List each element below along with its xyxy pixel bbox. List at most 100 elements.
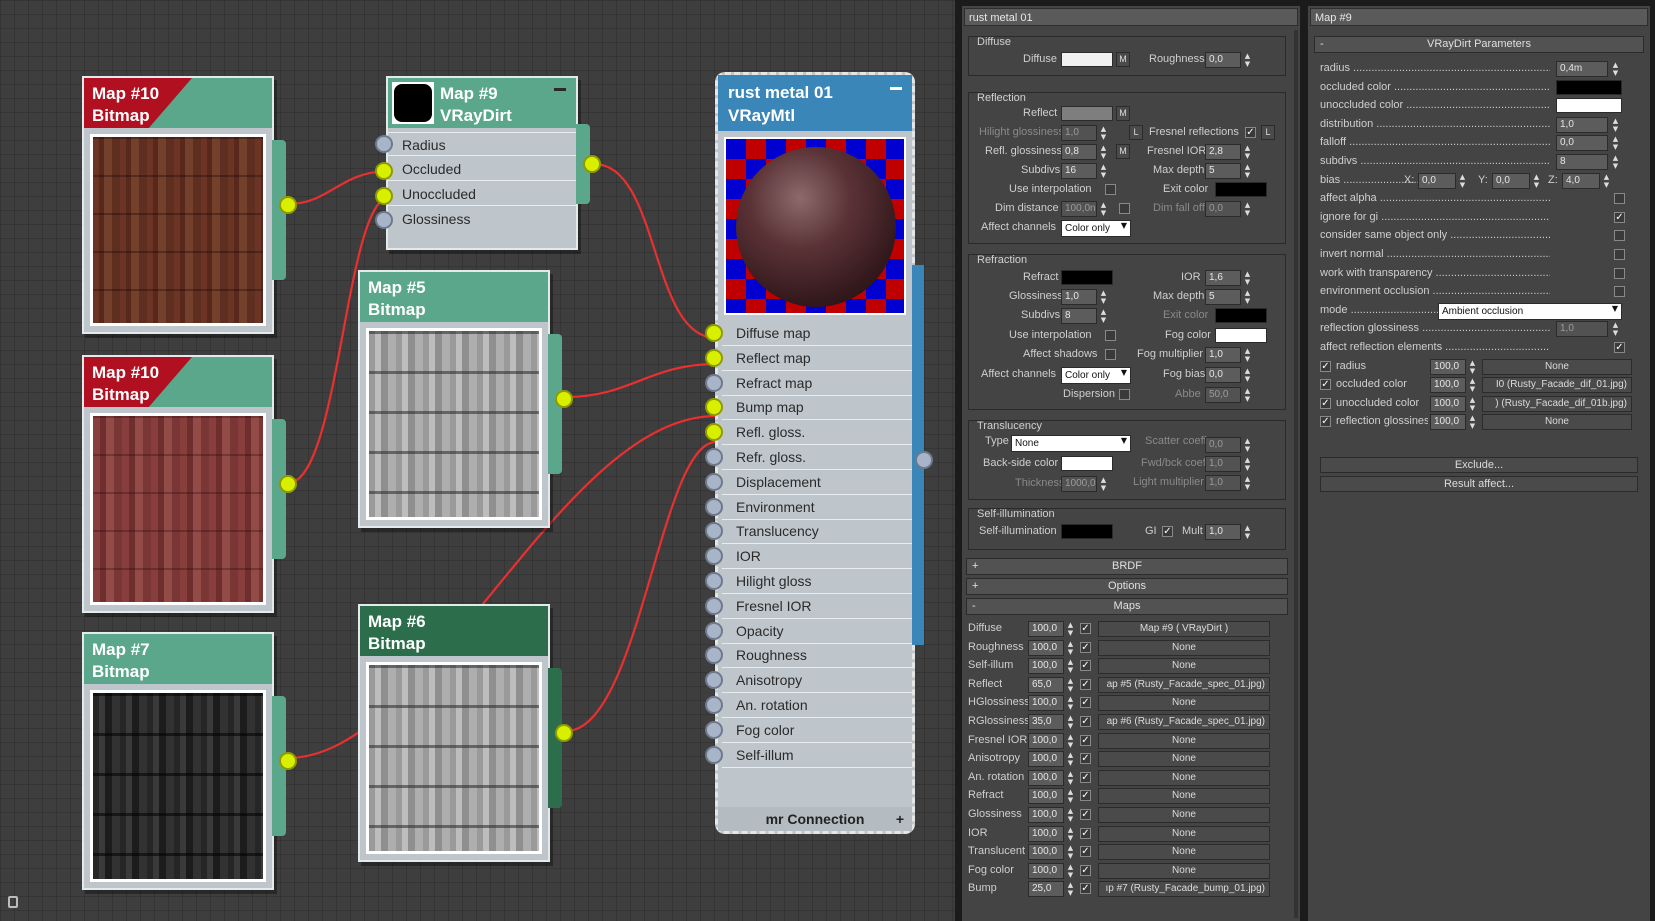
node-map7[interactable]: Map #7 Bitmap	[82, 632, 297, 890]
dirt-map-amount[interactable]: 100,0	[1430, 395, 1466, 412]
dirt-map-checkbox[interactable]: ✓	[1320, 379, 1331, 391]
output-port[interactable]	[279, 475, 297, 493]
dirt-map-checkbox[interactable]: ✓	[1320, 416, 1331, 428]
spinner-icon[interactable]: ▲ ▼	[1243, 289, 1252, 305]
node-map9-vraydirt[interactable]: Map #9 VRayDirt Radius Occluded Unocclud…	[375, 76, 601, 250]
spinner-icon[interactable]: ▲ ▼	[1611, 321, 1620, 337]
dim-distance-checkbox[interactable]	[1119, 203, 1130, 214]
falloff-field[interactable]: 0,0	[1556, 135, 1608, 152]
refl-gloss-map-button[interactable]: M	[1116, 144, 1130, 159]
dirt-map-button[interactable]: I0 (Rusty_Facade_dif_01.jpg)	[1482, 377, 1632, 394]
thickness-field[interactable]: 1000,0	[1061, 476, 1097, 492]
translucency-type-dropdown[interactable]: None ▼	[1011, 435, 1131, 452]
exclude-button[interactable]: Exclude...	[1320, 457, 1638, 473]
map-slot-button[interactable]: ap #5 (Rusty_Facade_spec_01.jpg)	[1098, 676, 1270, 693]
map-row-amount[interactable]: 100,0	[1028, 862, 1064, 879]
spinner-icon[interactable]: ▲ ▼	[1099, 476, 1108, 492]
spinner-icon[interactable]: ▲ ▼	[1099, 163, 1108, 179]
map-row-amount[interactable]: 25,0	[1028, 881, 1064, 898]
input-port[interactable]	[705, 522, 723, 541]
node-map10-a[interactable]: Map #10 Bitmap	[82, 76, 297, 334]
hilight-gloss-field[interactable]: 1,0	[1061, 125, 1097, 141]
output-port[interactable]	[583, 155, 601, 173]
input-port[interactable]	[705, 572, 723, 590]
glossiness-field[interactable]: 1,0	[1061, 289, 1097, 305]
input-port[interactable]	[705, 720, 723, 739]
spinner-icon[interactable]: ▲ ▼	[1532, 173, 1541, 189]
spinner-icon[interactable]: ▲ ▼	[1066, 751, 1075, 767]
spinner-icon[interactable]: ▲ ▼	[1066, 714, 1075, 730]
map-row-amount[interactable]: 65,0	[1028, 676, 1064, 693]
spinner-icon[interactable]: ▲ ▼	[1243, 524, 1252, 540]
max-depth-field[interactable]: 5	[1205, 163, 1241, 179]
map-row-amount[interactable]: 100,0	[1028, 788, 1064, 805]
input-port[interactable]	[705, 472, 723, 491]
map-slot-button[interactable]: None	[1098, 658, 1270, 675]
node-map10-b[interactable]: Map #10 Bitmap	[82, 355, 297, 613]
same-object-checkbox[interactable]	[1614, 230, 1625, 242]
dim-falloff-field[interactable]: 0,0	[1205, 201, 1241, 217]
input-port-occluded[interactable]	[375, 162, 393, 180]
spinner-icon[interactable]: ▲ ▼	[1099, 308, 1108, 324]
self-illum-swatch[interactable]	[1061, 524, 1113, 539]
map-slot-button[interactable]: None	[1098, 769, 1270, 786]
map-row-checkbox[interactable]: ✓	[1080, 790, 1091, 802]
spinner-icon[interactable]: ▲ ▼	[1066, 695, 1075, 711]
input-port-glossiness[interactable]	[375, 211, 393, 229]
spinner-icon[interactable]: ▲ ▼	[1099, 125, 1108, 141]
spinner-icon[interactable]: ▲ ▼	[1243, 456, 1252, 472]
dirt-map-amount[interactable]: 100,0	[1430, 358, 1466, 375]
spinner-icon[interactable]: ▲ ▼	[1099, 201, 1108, 217]
map-row-checkbox[interactable]: ✓	[1080, 660, 1091, 672]
invert-normal-checkbox[interactable]	[1614, 249, 1625, 260]
map-slot-button[interactable]: None	[1098, 862, 1270, 879]
spinner-icon[interactable]: ▲ ▼	[1611, 154, 1620, 170]
fog-mult-field[interactable]: 1,0	[1205, 347, 1241, 363]
spinner-icon[interactable]: ▲ ▼	[1066, 844, 1075, 860]
reflect-map-button[interactable]: M	[1116, 106, 1130, 121]
rollout-vraydirt-params[interactable]: - VRayDirt Parameters	[1314, 36, 1644, 53]
node-vraymtl[interactable]: rust metal 01 VRayMtl Diffuse map Reflect…	[705, 72, 933, 834]
rollout-brdf[interactable]: + BRDF	[966, 558, 1288, 575]
refl-gloss-field[interactable]: 1,0	[1556, 321, 1608, 338]
radius-field[interactable]: 0,4m	[1556, 61, 1608, 77]
input-port[interactable]	[705, 497, 723, 516]
dirt-map-button[interactable]: ) (Rusty_Facade_dif_01b.jpg)	[1482, 395, 1632, 412]
occluded-color-swatch[interactable]	[1556, 79, 1622, 95]
dirt-map-checkbox[interactable]: ✓	[1320, 360, 1331, 372]
input-port[interactable]	[705, 324, 723, 342]
use-interp-checkbox[interactable]	[1105, 184, 1116, 195]
input-port-unoccluded[interactable]	[375, 187, 393, 205]
map-row-amount[interactable]: 100,0	[1028, 695, 1064, 712]
bias-x-field[interactable]: 0,0	[1418, 172, 1456, 189]
map-row-checkbox[interactable]: ✓	[1080, 641, 1091, 653]
spinner-icon[interactable]: ▲ ▼	[1066, 677, 1075, 693]
map-row-checkbox[interactable]: ✓	[1080, 678, 1091, 690]
max-depth-field[interactable]: 5	[1205, 289, 1241, 305]
map-slot-button[interactable]: None	[1098, 807, 1270, 823]
input-port[interactable]	[705, 448, 723, 466]
input-port[interactable]	[705, 373, 723, 392]
map-row-amount[interactable]: 35,0	[1028, 714, 1064, 730]
map-slot-button[interactable]: ıp #7 (Rusty_Facade_bump_01.jpg)	[1098, 881, 1270, 898]
fog-bias-field[interactable]: 0,0	[1205, 367, 1241, 383]
fwdbck-field[interactable]: 1,0	[1205, 456, 1241, 472]
spinner-icon[interactable]: ▲ ▼	[1611, 61, 1620, 77]
spinner-icon[interactable]: ▲ ▼	[1468, 359, 1477, 375]
expand-icon[interactable]: +	[896, 807, 904, 831]
dirt-map-button[interactable]: None	[1482, 414, 1632, 431]
refract-swatch[interactable]	[1061, 270, 1113, 285]
spinner-icon[interactable]: ▲ ▼	[1066, 788, 1075, 804]
map-row-amount[interactable]: 100,0	[1028, 621, 1064, 637]
lock-button[interactable]: L	[1129, 125, 1143, 140]
dirt-map-amount[interactable]: 100,0	[1430, 377, 1466, 394]
output-port[interactable]	[279, 196, 297, 214]
fresnel-checkbox[interactable]: ✓	[1245, 127, 1256, 138]
map-slot-button[interactable]: ap #6 (Rusty_Facade_spec_01.jpg)	[1098, 714, 1270, 730]
node-map5[interactable]: Map #5 Bitmap	[358, 270, 573, 528]
env-occlusion-checkbox[interactable]	[1614, 286, 1625, 298]
output-port[interactable]	[915, 451, 933, 469]
spinner-icon[interactable]: ▲ ▼	[1243, 144, 1252, 160]
spinner-icon[interactable]: ▲ ▼	[1468, 396, 1477, 412]
node-view-canvas[interactable]: Map #10 Bitmap Map #10 Bitmap Map #7 Bit…	[0, 0, 955, 921]
